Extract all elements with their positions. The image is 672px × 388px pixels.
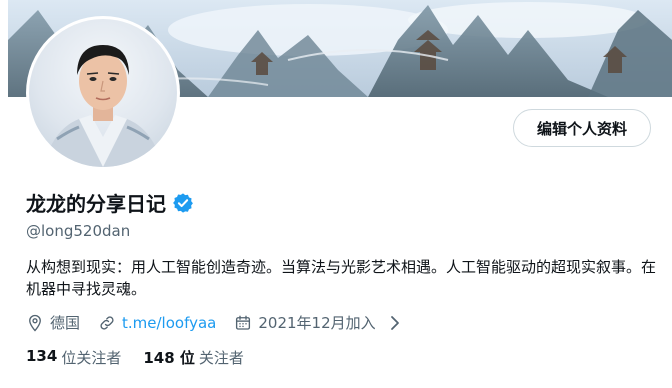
followers-count: 148 位 (143, 349, 195, 367)
profile-bio: 从构想到现实：用人工智能创造奇迹。当算法与光影艺术相遇。人工智能驱动的超现实叙事… (26, 258, 657, 298)
link-icon (100, 315, 114, 330)
edit-profile-button[interactable]: 编辑个人资料 (513, 109, 651, 147)
profile-link-text[interactable]: t.me/loofyaa (122, 314, 216, 332)
profile-handle: @long520dan (26, 222, 131, 240)
calendar-icon (236, 315, 251, 330)
profile-link[interactable]: t.me/loofyaa (98, 314, 216, 332)
follow-stats: 134 位关注者 148 位 关注者 (26, 347, 266, 368)
chevron-right-icon[interactable] (386, 314, 404, 332)
avatar-frame[interactable] (26, 16, 180, 170)
profile-joined[interactable]: 2021年12月加入 (234, 312, 403, 333)
followers-label: 关注者 (198, 349, 244, 367)
following-count: 134 (26, 347, 58, 365)
verified-badge-icon[interactable] (172, 192, 194, 214)
profile-location: 德国 (26, 312, 80, 333)
location-pin-icon (29, 314, 41, 332)
profile-meta-row: 德国 t.me/loofyaa 2021年12月加入 (26, 312, 422, 333)
avatar-portrait-image (43, 45, 163, 167)
followers-link[interactable]: 148 位 关注者 (143, 347, 244, 368)
display-name: 龙龙的分享日记 (26, 192, 166, 216)
following-label: 位关注者 (61, 349, 122, 367)
following-link[interactable]: 134 位关注者 (26, 347, 121, 368)
avatar[interactable] (29, 19, 177, 167)
profile-name-row: 龙龙的分享日记 (26, 188, 194, 217)
joined-text: 2021年12月加入 (258, 314, 376, 332)
location-text: 德国 (50, 314, 81, 332)
